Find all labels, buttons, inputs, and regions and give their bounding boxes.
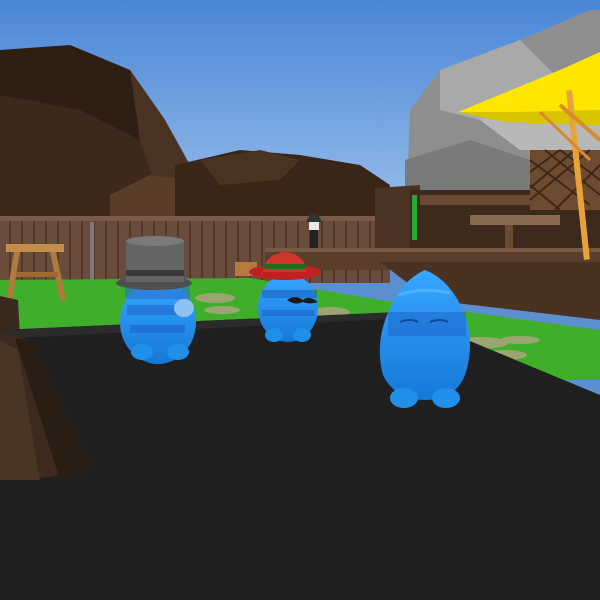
game-viewport[interactable] (0, 0, 600, 600)
gray-top-hat (116, 236, 192, 290)
character-top-hat[interactable] (116, 236, 196, 364)
